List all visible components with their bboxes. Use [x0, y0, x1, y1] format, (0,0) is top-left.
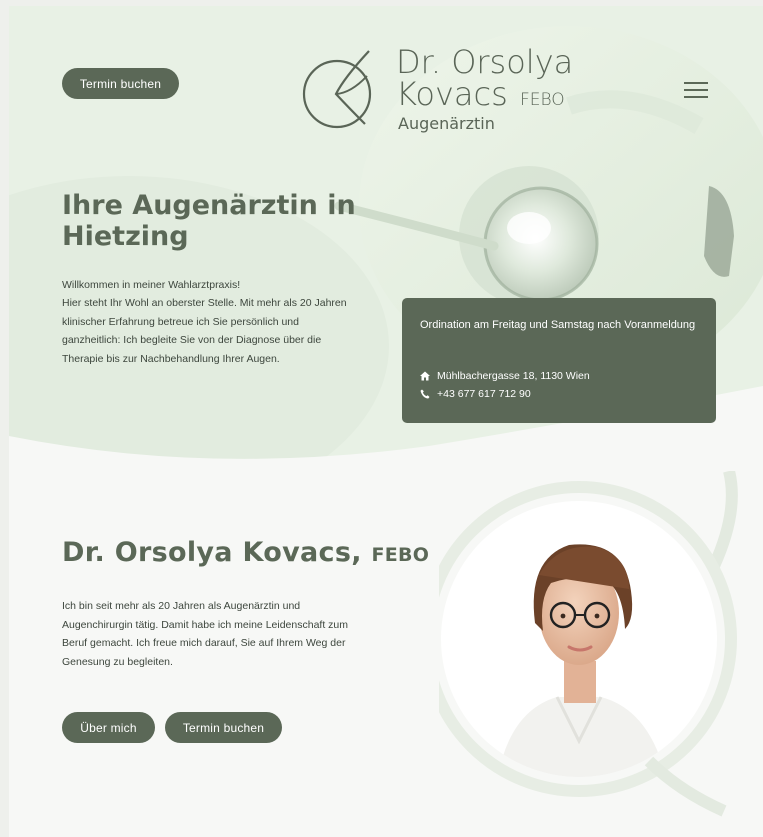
about-heading: Dr. Orsolya Kovacs, FEBO: [62, 537, 429, 568]
book-appointment-button-header[interactable]: Termin buchen: [62, 68, 179, 99]
book-appointment-about-label: Termin buchen: [182, 720, 265, 735]
about-me-button[interactable]: Über mich: [62, 712, 155, 743]
phone-icon: [420, 389, 430, 399]
address-row: Mühlbachergasse 18, 1130 Wien: [420, 370, 590, 382]
book-appointment-label: Termin buchen: [79, 76, 162, 91]
logo-name: Dr. Orsolya Kovacs FEBO: [396, 46, 573, 116]
address-text: Mühlbachergasse 18, 1130 Wien: [437, 370, 590, 382]
about-text: Ich bin seit mehr als 20 Jahren als Auge…: [62, 600, 348, 668]
logo-febo: FEBO: [519, 90, 565, 110]
home-icon: [420, 371, 430, 381]
hero-intro: Willkommen in meiner Wahlarztpraxis! Hie…: [62, 276, 352, 368]
eye-logo-icon: [302, 50, 372, 129]
hero-intro-line1: Willkommen in meiner Wahlarztpraxis!: [62, 279, 241, 291]
phone-row[interactable]: +43 677 617 712 90: [420, 388, 531, 400]
about-me-label: Über mich: [80, 720, 137, 735]
portrait-photo: [439, 471, 738, 817]
logo-subtitle: Augenärztin: [398, 114, 495, 133]
logo-name-line2: Kovacs: [396, 75, 508, 113]
logo-name-line1: Dr. Orsolya: [396, 43, 574, 81]
hero-section: Termin buchen Dr. Orsolya Kovacs FEBO Au…: [9, 6, 763, 476]
opening-hours-text: Ordination am Freitag und Samstag nach V…: [420, 319, 696, 331]
phone-number[interactable]: +43 677 617 712 90: [437, 388, 531, 400]
book-appointment-button-about[interactable]: Termin buchen: [165, 712, 282, 743]
hero-intro-line2: Hier steht Ihr Wohl an oberster Stelle. …: [62, 297, 347, 365]
opening-info-card: Ordination am Freitag und Samstag nach V…: [402, 298, 716, 423]
about-heading-febo: FEBO: [371, 544, 430, 566]
page: Termin buchen Dr. Orsolya Kovacs FEBO Au…: [9, 6, 763, 837]
about-heading-name: Dr. Orsolya Kovacs,: [62, 537, 362, 568]
hero-heading: Ihre Augenärztin in Hietzing: [62, 190, 356, 252]
hamburger-menu-icon[interactable]: [684, 82, 708, 100]
